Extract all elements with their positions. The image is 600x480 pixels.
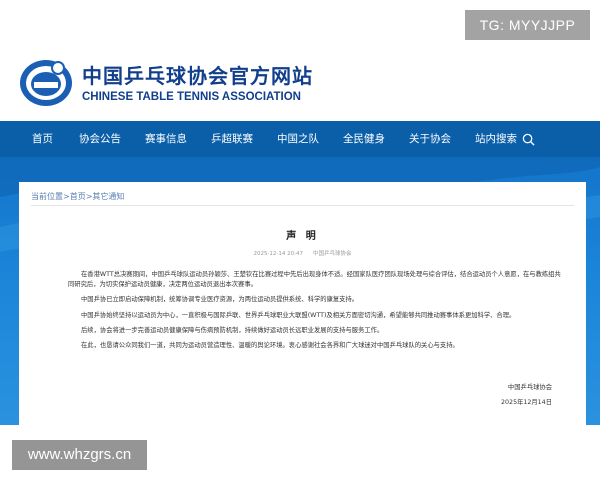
breadcrumb-divider [31,205,574,206]
search-icon[interactable] [522,133,535,146]
signature-date: 2025年12月14日 [501,399,552,406]
site-watermark: www.whzgrs.cn [12,440,147,470]
article-paragraph: 中国乒协已立即启动保障机制，统筹协调专业医疗资源，为两位运动员提供系统、科学的康… [81,296,359,304]
article-date: 2025-12-14 20:47 [253,251,304,257]
article-paragraph: 后续，协会将进一步完善运动员健康保障与伤病预防机制，持续做好运动员长远职业发展的… [81,326,384,334]
site-logo-text[interactable]: 中国乒乓球协会官方网站 CHINESE TABLE TENNIS ASSOCIA… [82,64,342,104]
signature-org: 中国乒乓球协会 [507,384,552,391]
nav-china-team[interactable]: 中国之队 [277,121,319,157]
article-panel: 当前位置>首页>其它通知 声 明 2025-12-14 20:47 中国乒乓球协会… [19,182,586,425]
breadcrumb-sep: > [63,192,70,201]
cttа-logo-icon[interactable] [18,58,74,108]
nav-events[interactable]: 赛事信息 [145,121,187,157]
site-title-cn: 中国乒乓球协会官方网站 [82,64,313,88]
article-paragraph: 在此，也恳请公众同我们一道，共同为运动员营造理性、温暖的舆论环境。衷心感谢社会各… [81,342,459,350]
site-title-en: CHINESE TABLE TENNIS ASSOCIATION [82,91,301,103]
article-paragraph: 中国乒协始终坚持以运动员为中心，一直积极与国际乒联、世界乒乓球职业大联盟(WTT… [81,311,516,319]
tg-watermark: TG: MYYJJPP [465,10,590,40]
breadcrumb-current: 当前位置 [31,192,63,201]
nav-home[interactable]: 首页 [32,121,53,157]
nav-search-label: 站内搜索 [475,133,517,145]
article-paragraph: 在香港WTT总决赛期间，中国乒乓球队运动员孙颖莎、王楚钦在比赛过程中先后出现身体… [68,271,561,289]
breadcrumb-category[interactable]: 其它通知 [92,192,124,201]
article-body: 在香港WTT总决赛期间，中国乒乓球队运动员孙颖莎、王楚钦在比赛过程中先后出现身体… [68,270,561,356]
nav-fitness[interactable]: 全民健身 [343,121,385,157]
nav-about[interactable]: 关于协会 [409,121,451,157]
breadcrumb: 当前位置>首页>其它通知 [31,191,124,202]
nav-announcements[interactable]: 协会公告 [79,121,121,157]
breadcrumb-home[interactable]: 首页 [70,192,86,201]
article-meta: 2025-12-14 20:47 中国乒乓球协会 [19,249,586,257]
article-source: 中国乒乓球协会 [313,251,352,257]
nav-site-search[interactable]: 站内搜索 [475,121,535,157]
nav-super-league[interactable]: 乒超联赛 [211,121,253,157]
main-nav: 首页 协会公告 赛事信息 乒超联赛 中国之队 全民健身 关于协会 站内搜索 [0,121,600,157]
article-title: 声 明 [286,231,319,242]
